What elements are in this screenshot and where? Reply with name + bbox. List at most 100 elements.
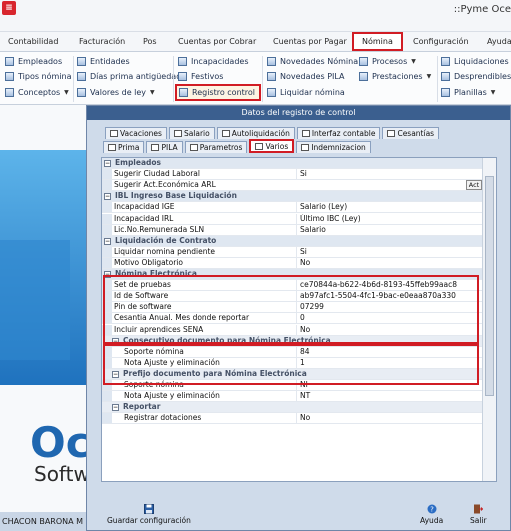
save-config-button[interactable]: Guardar configuración bbox=[107, 504, 191, 525]
collapse-toggle-icon[interactable]: − bbox=[112, 337, 119, 345]
property-row[interactable]: Set de pruebas ce70844a-b622-4b6d-8193-45… bbox=[102, 280, 482, 292]
property-name: Pin de software bbox=[114, 302, 172, 312]
salary-icon bbox=[173, 130, 182, 137]
ribbon-valores-ley[interactable]: Valores de ley ▼ bbox=[77, 86, 155, 99]
subcategory-row[interactable]: − Prefijo documento para Nómina Electróni… bbox=[102, 368, 482, 380]
tab-nomina[interactable]: Nómina bbox=[352, 32, 403, 51]
tab-ayuda[interactable]: Ayuda bbox=[487, 37, 511, 46]
ribbon-tipos-nomina[interactable]: Tipos nómina bbox=[5, 70, 72, 83]
tab-cuentas-cobrar[interactable]: Cuentas por Cobrar bbox=[178, 37, 256, 46]
property-row[interactable]: Sugerir Act.Económica ARL Act bbox=[102, 180, 482, 192]
chevron-down-icon: ▼ bbox=[411, 58, 416, 65]
property-row[interactable]: Sugerir Ciudad Laboral Si bbox=[102, 169, 482, 181]
tab-facturacion[interactable]: Facturación bbox=[79, 37, 125, 46]
category-row[interactable]: − Nómina Electrónica bbox=[102, 269, 482, 280]
scrollbar-thumb[interactable] bbox=[485, 176, 494, 396]
property-name: Id de Software bbox=[114, 291, 169, 301]
ribbon-prestaciones[interactable]: Prestaciones ▼ bbox=[359, 70, 431, 83]
ribbon-empleados[interactable]: Empleados bbox=[5, 55, 62, 68]
activity-lookup-button[interactable]: Act bbox=[466, 180, 482, 191]
property-value[interactable]: No bbox=[296, 257, 482, 268]
scrollbar[interactable] bbox=[482, 158, 496, 481]
ribbon-planillas[interactable]: Planillas ▼ bbox=[441, 86, 495, 99]
tab-cesantias[interactable]: Cesantías bbox=[382, 127, 440, 139]
ribbon-liquidaciones[interactable]: Liquidaciones bbox=[441, 55, 509, 68]
collapse-toggle-icon[interactable]: − bbox=[104, 193, 111, 201]
collapse-toggle-icon[interactable]: − bbox=[104, 160, 111, 167]
property-row[interactable]: Registrar dotaciones No bbox=[102, 413, 482, 425]
tab-contabilidad[interactable]: Contabilidad bbox=[8, 37, 58, 46]
property-value[interactable]: 07299 bbox=[296, 302, 482, 313]
tab-autoliquidacion[interactable]: Autoliquidación bbox=[216, 127, 295, 139]
tab-interfaz-contable[interactable]: Interfaz contable bbox=[296, 127, 381, 139]
help-button[interactable]: ? Ayuda bbox=[420, 504, 443, 525]
category-row[interactable]: − Empleados bbox=[102, 158, 482, 169]
category-row[interactable]: − Liquidación de Contrato bbox=[102, 235, 482, 247]
property-value[interactable]: Si bbox=[296, 169, 482, 180]
property-row[interactable]: Incluir aprendices SENA No bbox=[102, 324, 482, 336]
collapse-toggle-icon[interactable]: − bbox=[104, 271, 111, 278]
property-value[interactable]: ce70844a-b622-4b6d-8193-45ffeb99aac8 bbox=[296, 280, 482, 291]
ribbon-novedades-nomina[interactable]: Novedades Nómina bbox=[267, 55, 358, 68]
property-value[interactable]: No bbox=[296, 413, 482, 424]
property-value[interactable]: Si bbox=[296, 246, 482, 257]
property-row[interactable]: Id de Software ab97afc1-5504-4fc1-9bac-e0… bbox=[102, 291, 482, 303]
tab-salario[interactable]: Salario bbox=[168, 127, 215, 139]
property-row[interactable]: Pin de software 07299 bbox=[102, 302, 482, 314]
property-row[interactable]: Nota Ajuste y eliminación NT bbox=[102, 391, 482, 403]
ribbon-conceptos[interactable]: Conceptos ▼ bbox=[5, 86, 69, 99]
category-label: IBL Ingreso Base Liquidación bbox=[115, 191, 237, 201]
property-grid[interactable]: − Empleados Sugerir Ciudad Laboral Si Sugeri… bbox=[101, 157, 497, 482]
self-settlement-icon bbox=[221, 130, 230, 137]
tab-varios[interactable]: Varios bbox=[249, 139, 295, 153]
property-value[interactable]: No bbox=[296, 324, 482, 335]
ribbon-procesos[interactable]: Procesos ▼ bbox=[359, 55, 416, 68]
category-row[interactable]: − IBL Ingreso Base Liquidación bbox=[102, 191, 482, 203]
property-value[interactable]: Último IBC (Ley) bbox=[296, 213, 482, 224]
ribbon-entidades[interactable]: Entidades bbox=[77, 55, 130, 68]
tab-vacaciones[interactable]: Vacaciones bbox=[105, 127, 167, 139]
subcategory-row[interactable]: − Reportar bbox=[102, 402, 482, 414]
property-row[interactable]: Soporte nómina 84 bbox=[102, 346, 482, 358]
app-logo-icon[interactable]: ≡ bbox=[2, 1, 16, 15]
ribbon-dias-prima[interactable]: Días prima antigüedad bbox=[77, 70, 181, 83]
property-row[interactable]: Incapacidad IGE Salario (Ley) bbox=[102, 202, 482, 214]
property-row[interactable]: Liquidar nomina pendiente Si bbox=[102, 246, 482, 258]
subcategory-row[interactable]: − Consecutivo documento para Nómina Elect… bbox=[102, 335, 482, 347]
property-name: Incluir aprendices SENA bbox=[114, 324, 204, 334]
ribbon-novedades-pila[interactable]: Novedades PILA bbox=[267, 70, 345, 83]
property-value[interactable]: NT bbox=[296, 391, 482, 402]
property-value[interactable]: Salario bbox=[296, 224, 482, 235]
property-value[interactable]: 84 bbox=[296, 346, 482, 357]
property-row[interactable]: Motivo Obligatorio No bbox=[102, 257, 482, 269]
property-row[interactable]: Lic.No.Remunerada SLN Salario bbox=[102, 224, 482, 236]
collapse-toggle-icon[interactable]: − bbox=[112, 370, 119, 378]
property-value[interactable]: 1 bbox=[296, 357, 482, 368]
property-row[interactable]: Nota Ajuste y eliminación 1 bbox=[102, 357, 482, 369]
ribbon-incapacidades[interactable]: Incapacidades bbox=[178, 55, 248, 68]
ribbon-liquidar-nomina[interactable]: Liquidar nómina bbox=[267, 86, 345, 99]
property-value[interactable]: Salario (Ley) bbox=[296, 202, 482, 213]
splash-graphic bbox=[0, 240, 70, 360]
property-row[interactable]: Incapacidad IRL Último IBC (Ley) bbox=[102, 213, 482, 225]
property-value[interactable]: ab97afc1-5504-4fc1-9bac-e0eaa870a330 bbox=[296, 291, 482, 302]
tab-configuracion[interactable]: Configuración bbox=[413, 37, 469, 46]
collapse-toggle-icon[interactable]: − bbox=[112, 404, 119, 412]
tab-pila[interactable]: PILA bbox=[146, 141, 183, 153]
property-value[interactable]: NI bbox=[296, 380, 482, 390]
property-row[interactable]: Cesantia Anual. Mes donde reportar 0 bbox=[102, 313, 482, 325]
ribbon-registro-control[interactable]: Registro control bbox=[175, 84, 262, 101]
tab-pos[interactable]: Pos bbox=[143, 37, 157, 46]
tab-cuentas-pagar[interactable]: Cuentas por Pagar bbox=[273, 37, 347, 46]
misc-icon bbox=[255, 142, 264, 150]
collapse-toggle-icon[interactable]: − bbox=[104, 237, 111, 245]
exit-button[interactable]: Salir bbox=[470, 504, 487, 525]
control-register-dialog: Datos del registro de control Vacaciones… bbox=[86, 105, 511, 531]
tab-indemnizacion[interactable]: Indemnizacion bbox=[296, 141, 371, 153]
tab-parametros[interactable]: Parametros bbox=[184, 141, 248, 153]
ribbon-desprendibles[interactable]: Desprendibles bbox=[441, 70, 511, 83]
property-row[interactable]: Soporte nómina NI bbox=[102, 380, 482, 391]
property-value[interactable]: 0 bbox=[296, 313, 482, 324]
tab-prima[interactable]: Prima bbox=[103, 141, 145, 153]
ribbon-festivos[interactable]: Festivos bbox=[178, 70, 223, 83]
